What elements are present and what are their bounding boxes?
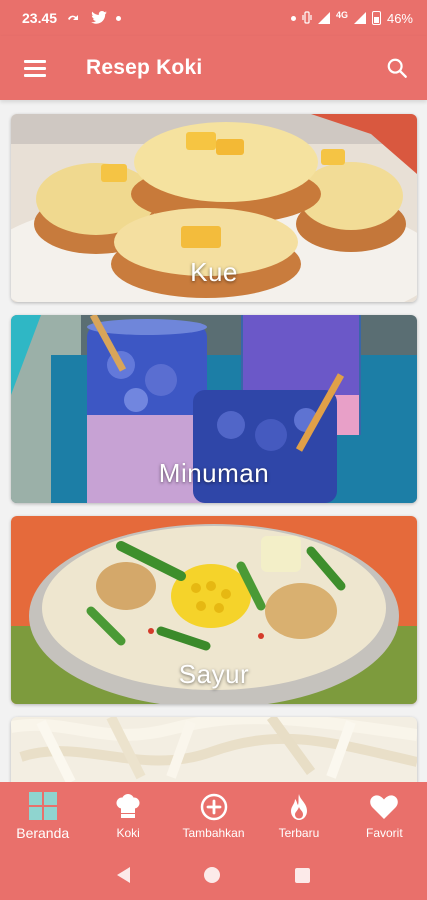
category-list: Kue Minuman Sayur <box>0 100 427 782</box>
notification-dot-icon <box>116 15 122 21</box>
nav-item-tambahkan[interactable]: Tambahkan <box>171 782 256 850</box>
category-card-kue[interactable]: Kue <box>11 114 417 302</box>
grid-icon <box>28 792 57 820</box>
nav-label: Terbaru <box>278 826 320 840</box>
back-icon[interactable] <box>117 867 131 883</box>
call-forward-icon <box>66 11 82 25</box>
chef-hat-icon <box>116 794 140 818</box>
category-label: Minuman <box>158 458 270 488</box>
vibrate-icon <box>302 10 312 26</box>
nav-label: Favorit <box>365 826 403 840</box>
nav-label: Koki <box>116 826 140 840</box>
twitter-icon <box>91 10 107 26</box>
app-bar: Resep Koki <box>0 36 427 100</box>
bottom-navigation: Beranda Koki Tambahkan Terbaru Favorit <box>0 782 427 850</box>
fire-icon <box>290 794 307 820</box>
nav-item-koki[interactable]: Koki <box>85 782 170 850</box>
menu-button[interactable] <box>0 36 70 100</box>
app-title: Resep Koki <box>86 56 203 79</box>
status-bar: 23.45 4G 46% <box>0 0 427 36</box>
battery-percent: 46% <box>386 10 413 26</box>
search-icon <box>387 58 407 78</box>
battery-icon <box>371 11 381 25</box>
heart-icon <box>370 795 399 819</box>
nav-label: Tambahkan <box>182 826 245 840</box>
status-time: 23.45 <box>22 10 58 26</box>
category-card-mie[interactable] <box>11 717 417 782</box>
recent-apps-icon[interactable] <box>294 867 310 883</box>
category-label: Kue <box>190 257 238 287</box>
home-icon[interactable] <box>204 867 221 883</box>
add-circle-icon <box>200 793 227 821</box>
nav-label: Beranda <box>16 825 70 841</box>
search-button[interactable] <box>367 36 427 100</box>
category-card-sayur[interactable]: Sayur <box>11 516 417 704</box>
network-type-label: 4G <box>335 9 348 20</box>
nav-item-terbaru[interactable]: Terbaru <box>256 782 341 850</box>
nav-item-favorit[interactable]: Favorit <box>342 782 427 850</box>
system-navigation-bar <box>0 850 427 900</box>
category-label: Sayur <box>178 659 250 689</box>
cell-signal-icon <box>353 12 366 24</box>
noodle-image <box>11 717 417 782</box>
hamburger-menu-icon <box>24 60 46 77</box>
notification-dot-icon <box>290 15 296 21</box>
wifi-signal-icon <box>317 12 330 24</box>
category-card-minuman[interactable]: Minuman <box>11 315 417 503</box>
nav-item-beranda[interactable]: Beranda <box>0 782 85 850</box>
